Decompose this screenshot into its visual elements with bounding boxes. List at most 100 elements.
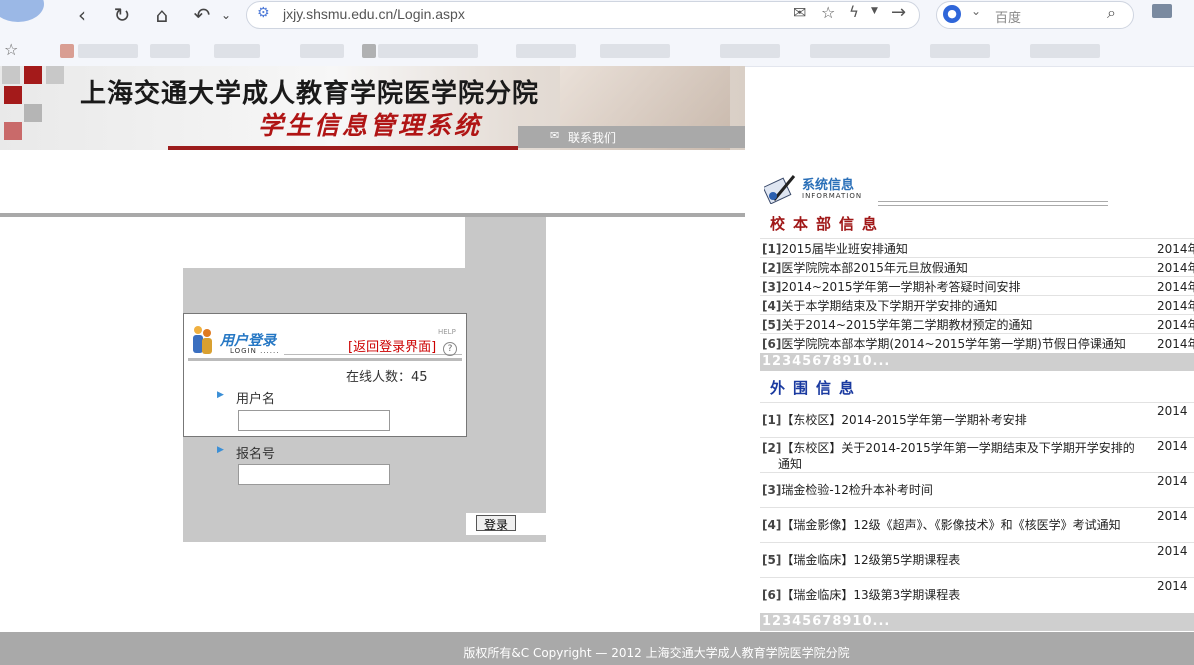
login-button[interactable]: 登录 [476,515,516,532]
search-engine-chevron-icon[interactable]: ⌄ [971,4,981,18]
reload-icon[interactable]: ↻ [108,2,136,28]
list-item-text[interactable]: [5]关于2014~2015学年第二学期教材预定的通知 [762,316,1032,333]
contact-us-link[interactable]: 联系我们 [568,129,616,146]
arrow-right-icon: ▶ [217,390,224,400]
list-item-text[interactable]: [2]【东校区】关于2014-2015学年第一学期结束及下学期开学安排的 [762,439,1135,456]
list-item-date: 2014 [1157,474,1188,488]
list-item-date: 2014年 [1157,242,1194,256]
site-banner: 上海交通大学成人教育学院医学院分院 学生信息管理系统 ✉ 联系我们 [0,66,745,150]
list-item-title[interactable]: 【东校区】2014-2015学年第一学期补考安排 [781,413,1026,427]
list-item[interactable]: [4]关于本学期结束及下学期开学安排的通知 2014年 [760,295,1194,315]
bolt-icon[interactable]: ϟ [849,3,859,21]
list-item[interactable]: [2]【东校区】关于2014-2015学年第一学期结束及下学期开学安排的 通知 20… [760,437,1194,473]
arrow-right-icon: ▶ [217,445,224,455]
divider [0,213,745,217]
list-item-number: [5] [762,318,782,332]
list-item-text[interactable]: [1]2015届毕业班安排通知 [762,240,908,257]
list-item-text[interactable]: [6]【瑞金临床】13级第3学期课程表 [762,586,960,603]
list-item[interactable]: [1]【东校区】2014-2015学年第一学期补考安排 2014 [760,402,1194,438]
back-to-login-link[interactable]: [返回登录界面] [348,336,436,355]
list-item-title[interactable]: 【瑞金影像】12级《超声》、《影像技术》和《核医学》考试通知 [781,518,1120,532]
list-item-text[interactable]: [2]医学院院本部2015年元旦放假通知 [762,259,968,276]
list-item-date: 2014年 [1157,318,1194,332]
bookmark-star-icon[interactable]: ☆ [4,40,18,59]
bookmark-item[interactable] [810,44,890,58]
list-item-title[interactable]: 【东校区】关于2014-2015学年第一学期结束及下学期开学安排的 [781,441,1134,455]
list-item-number: [3] [762,483,782,497]
bookmark-item[interactable] [516,44,576,58]
bookmark-item[interactable] [378,44,478,58]
bookmark-item[interactable] [214,44,260,58]
list-item-number: [1] [762,242,782,256]
banner-decoration [24,66,42,84]
search-input[interactable]: 百度 [995,7,1021,26]
list-item-number: [4] [762,518,782,532]
list-item-title[interactable]: 瑞金检验-12检升本补考时间 [781,483,933,497]
bookmark-item[interactable] [1030,44,1100,58]
search-icon[interactable]: ⌕ [1107,3,1116,23]
list-item-number: [2] [762,261,782,275]
pager-links[interactable]: 12345678910... [762,614,890,629]
list-item-title[interactable]: 医学院院本部2015年元旦放假通知 [781,261,968,275]
list-item[interactable]: [1]2015届毕业班安排通知 2014年 [760,238,1194,258]
site-info-icon[interactable]: ⚙ [257,5,270,21]
list-item[interactable]: [3]瑞金检验-12检升本补考时间 2014 [760,472,1194,508]
list-item-title[interactable]: 2014~2015学年第一学期补考答疑时间安排 [781,280,1020,294]
bookmark-item[interactable] [600,44,670,58]
home-icon[interactable]: ⌂ [148,2,176,28]
list-item-text[interactable]: [4]【瑞金影像】12级《超声》、《影像技术》和《核医学》考试通知 [762,516,1121,533]
banner-decoration [4,86,22,104]
list-item-title[interactable]: 关于2014~2015学年第二学期教材预定的通知 [781,318,1032,332]
list-item-text[interactable]: [1]【东校区】2014-2015学年第一学期补考安排 [762,411,1027,428]
banner-decoration [4,122,22,140]
bookmark-item[interactable] [300,44,344,58]
list-item-text[interactable]: [3]瑞金检验-12检升本补考时间 [762,481,933,498]
list-item-text[interactable]: [3]2014~2015学年第一学期补考答疑时间安排 [762,278,1020,295]
contact-bar: ✉ 联系我们 [518,126,745,148]
address-text[interactable]: jxjy.shsmu.edu.cn/Login.aspx [283,6,465,22]
go-arrow-icon[interactable]: → [891,2,906,23]
back-icon[interactable]: ‹ [68,2,96,28]
extension-icon[interactable] [1152,4,1172,18]
list-item-date: 2014 [1157,544,1188,558]
list-item-title[interactable]: 医学院院本部本学期(2014~2015学年第一学期)节假日停课通知 [781,337,1126,351]
regno-label: 报名号 [236,447,276,462]
list-item-number: [6] [762,588,782,602]
list-item-text[interactable]: [5]【瑞金临床】12级第5学期课程表 [762,551,960,568]
list-item-text[interactable]: [6]医学院院本部本学期(2014~2015学年第一学期)节假日停课通知 [762,335,1126,352]
list-item[interactable]: [2]医学院院本部2015年元旦放假通知 2014年 [760,257,1194,277]
mail-icon[interactable]: ✉ [793,3,806,22]
address-bar[interactable]: ⚙ jxjy.shsmu.edu.cn/Login.aspx ✉ ☆ ϟ ▼ → [246,1,920,29]
bookmark-item[interactable] [150,44,190,58]
star-icon[interactable]: ☆ [821,3,835,22]
list-item[interactable]: [6]【瑞金临床】13级第3学期课程表 2014 [760,577,1194,613]
search-box[interactable]: ● ⌄ 百度 ⌕ [936,1,1134,29]
bookmark-item[interactable] [720,44,780,58]
bolt-menu-chevron-icon[interactable]: ▼ [871,6,878,16]
regno-input[interactable] [238,464,390,485]
list-item-title[interactable]: 【瑞金临床】12级第5学期课程表 [781,553,960,567]
list-item-date: 2014年 [1157,337,1194,351]
info-panel: 系统信息 INFORMATION 校本部信息 [1]2015届毕业班安排通知 20… [760,170,1194,632]
list-item-text[interactable]: [4]关于本学期结束及下学期开学安排的通知 [762,297,997,314]
list-item[interactable]: [6]医学院院本部本学期(2014~2015学年第一学期)节假日停课通知 2014… [760,333,1194,353]
list-item-title[interactable]: 2015届毕业班安排通知 [781,242,908,256]
bookmark-item[interactable] [78,44,138,58]
list-item[interactable]: [5]【瑞金临床】12级第5学期课程表 2014 [760,542,1194,578]
pager-links[interactable]: 12345678910... [762,354,890,369]
bookmark-item[interactable] [60,44,74,58]
undo-menu-chevron-icon[interactable]: ⌄ [212,2,240,28]
username-input[interactable] [238,410,390,431]
envelope-icon[interactable]: ✉ [550,129,559,142]
list-item[interactable]: [4]【瑞金影像】12级《超声》、《影像技术》和《核医学》考试通知 2014 [760,507,1194,543]
baidu-icon[interactable]: ● [943,5,961,23]
list-item[interactable]: [3]2014~2015学年第一学期补考答疑时间安排 2014年 [760,276,1194,296]
list-item[interactable]: [5]关于2014~2015学年第二学期教材预定的通知 2014年 [760,314,1194,334]
list-item-date: 2014 [1157,579,1188,593]
help-icon[interactable]: ? [443,342,457,356]
list-item-title[interactable]: 【瑞金临床】13级第3学期课程表 [781,588,960,602]
list-item-title-wrap[interactable]: 通知 [778,455,802,472]
bookmark-item[interactable] [930,44,990,58]
bookmark-item[interactable] [362,44,376,58]
list-item-title[interactable]: 关于本学期结束及下学期开学安排的通知 [781,299,997,313]
